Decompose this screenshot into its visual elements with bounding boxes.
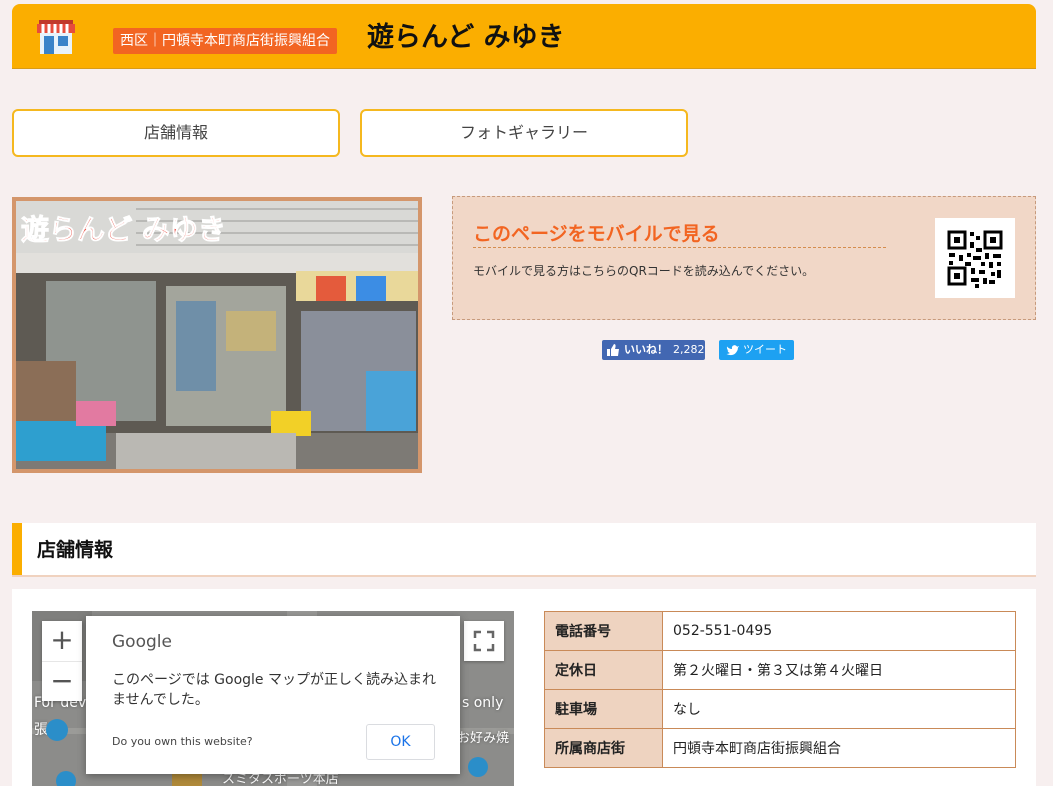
map-marker-icon[interactable]: [56, 771, 76, 786]
section-title: 店舗情報: [37, 539, 114, 561]
holiday-value: 第２火曜日・第３又は第４火曜日: [662, 650, 1016, 690]
qr-code-icon: [935, 218, 1015, 298]
table-row: 所属商店街 円頓寺本町商店街振興組合: [544, 728, 1016, 768]
table-row: 電話番号 052-551-0495: [544, 611, 1016, 651]
fullscreen-button[interactable]: [464, 621, 504, 661]
shop-photo: 遊らんど みゆき: [12, 197, 422, 473]
site-header: 西区｜円頓寺本町商店街振興組合 遊らんど みゆき: [12, 4, 1036, 68]
map-marker-icon[interactable]: [46, 719, 68, 741]
shopping-street-value: 円頓寺本町商店街振興組合: [662, 728, 1016, 768]
district-badge[interactable]: 西区｜円頓寺本町商店街振興組合: [113, 28, 337, 54]
map-error-message: このページでは Google マップが正しく読み込まれませんでした。: [112, 672, 436, 708]
row-label: 所属商店街: [544, 728, 663, 768]
storefront-icon[interactable]: [34, 14, 78, 58]
row-label: 定休日: [544, 650, 663, 690]
zoom-out-button[interactable]: −: [42, 661, 82, 702]
table-row: 駐車場 なし: [544, 689, 1016, 729]
zoom-in-button[interactable]: +: [42, 621, 82, 661]
map-marker-icon[interactable]: [468, 757, 488, 777]
section-accent-bar: [12, 523, 22, 575]
phone-number[interactable]: 052-551-0495: [662, 611, 1016, 651]
like-label: いいね！: [624, 343, 668, 356]
mobile-view-box: このページをモバイルで見る モバイルで見る方はこちらのQRコードを読み込んでくだ…: [452, 196, 1036, 320]
mobile-description: モバイルで見る方はこちらのQRコードを読み込んでください。: [473, 264, 815, 278]
ok-button[interactable]: OK: [366, 724, 435, 760]
zoom-control: + −: [42, 621, 82, 701]
facebook-like-button[interactable]: いいね！ 2,282: [602, 340, 705, 360]
twitter-bird-icon: [726, 343, 740, 364]
thumbs-up-icon: [606, 343, 620, 364]
shop-sign: 遊らんど みゆき: [21, 213, 226, 246]
page-title: 遊らんど みゆき: [367, 22, 565, 53]
like-count: 2,282: [673, 343, 705, 356]
google-map[interactable]: For dev 張 s only お好み焼 スミタスポーツ本店 + − Goog…: [32, 611, 514, 786]
section-header: 店舗情報: [12, 523, 1036, 577]
tweet-label: ツイート: [743, 343, 787, 356]
parking-value: なし: [662, 689, 1016, 729]
fullscreen-icon: [473, 630, 495, 652]
table-row: 定休日 第２火曜日・第３又は第４火曜日: [544, 650, 1016, 690]
divider: [473, 247, 886, 248]
google-logo: Google: [112, 632, 172, 652]
row-label: 電話番号: [544, 611, 663, 651]
own-website-link[interactable]: Do you own this website?: [112, 735, 253, 748]
store-info-table: 電話番号 052-551-0495 定休日 第２火曜日・第３又は第４火曜日 駐車…: [544, 611, 1016, 768]
map-label: s only: [462, 695, 504, 711]
tweet-button[interactable]: ツイート: [719, 340, 794, 360]
row-label: 駐車場: [544, 689, 663, 729]
map-label: お好み焼: [457, 731, 510, 746]
mobile-title: このページをモバイルで見る: [473, 223, 720, 245]
tab-photo-gallery[interactable]: フォトギャラリー: [360, 109, 688, 157]
map-error-dialog: Google このページでは Google マップが正しく読み込まれませんでした…: [86, 616, 460, 774]
tab-store-info[interactable]: 店舗情報: [12, 109, 340, 157]
